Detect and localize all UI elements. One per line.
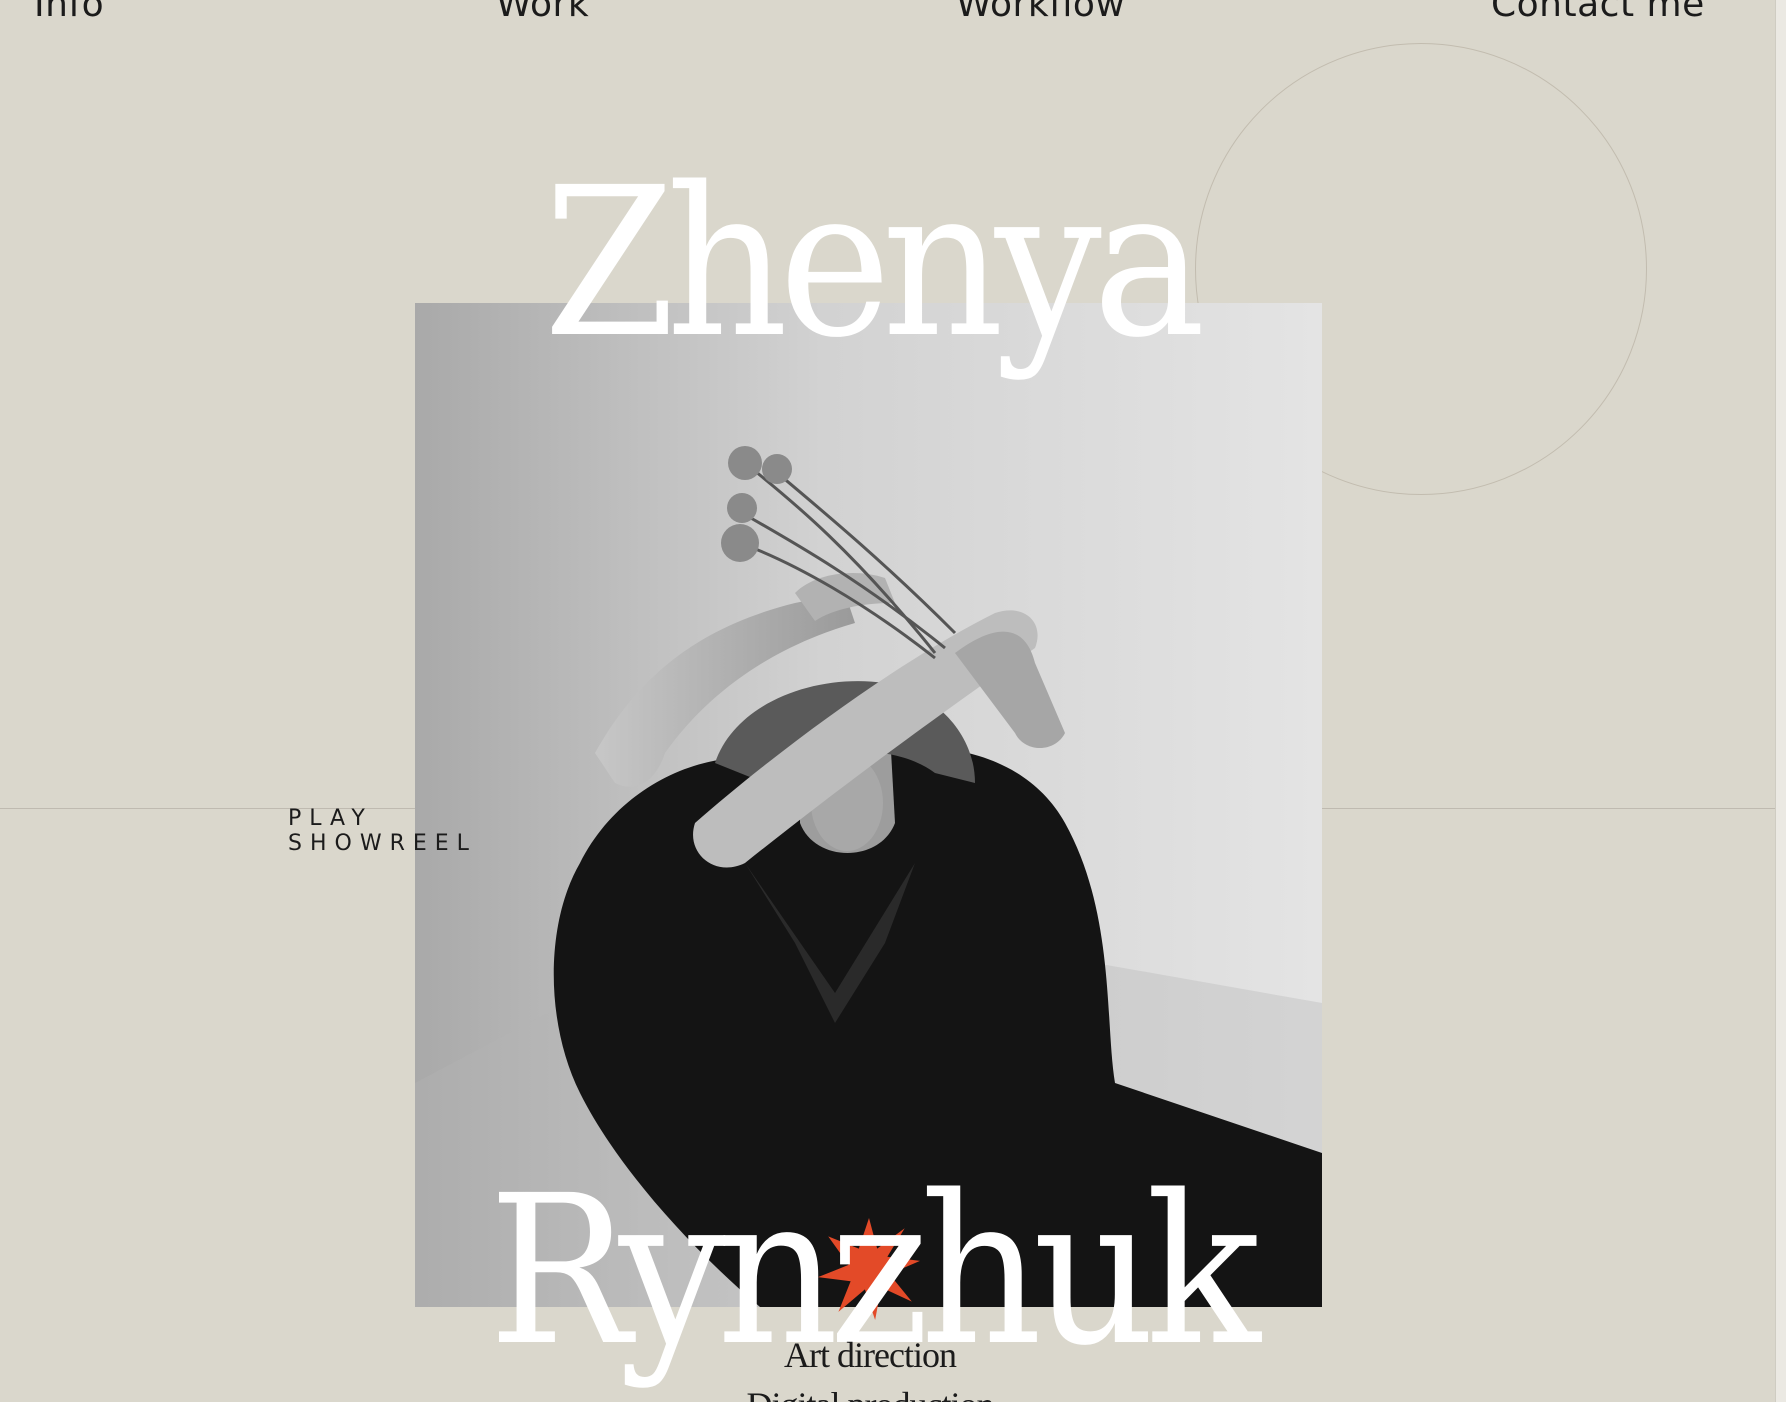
- play-showreel-button[interactable]: PLAY SHOWREEL: [288, 806, 477, 856]
- portfolio-page: Info Work Workflow Contact me Zhenya Ryn…: [0, 0, 1776, 1402]
- showreel-line-2: SHOWREEL: [288, 831, 477, 856]
- service-art-direction: Art direction: [784, 1335, 957, 1375]
- service-digital-production: Digital production: [0, 1384, 1740, 1402]
- showreel-line-1: PLAY: [288, 806, 373, 831]
- nav-link-info[interactable]: Info: [34, 0, 104, 25]
- nav-link-workflow[interactable]: Workflow: [956, 0, 1125, 25]
- nav-link-contact-me[interactable]: Contact me: [1491, 0, 1705, 25]
- hero-first-name: Zhenya: [543, 143, 1206, 383]
- nav-link-work[interactable]: Work: [496, 0, 589, 25]
- scrollbar-track[interactable]: [1775, 0, 1786, 1402]
